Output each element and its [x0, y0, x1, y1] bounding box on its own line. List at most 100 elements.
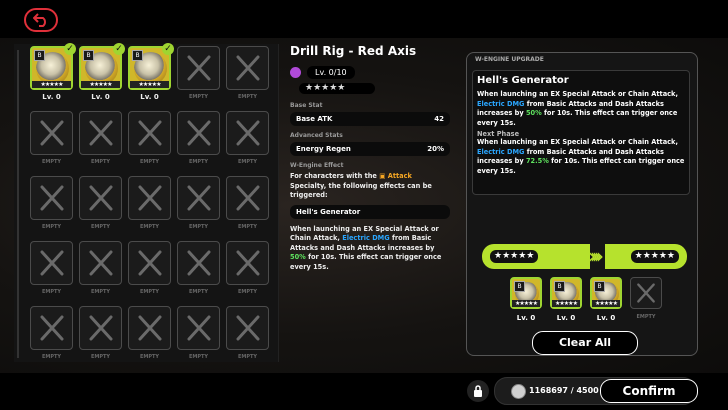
empty-card[interactable]: [177, 241, 220, 285]
empty-x-icon: [89, 250, 113, 276]
next-phase-label: Next Phase: [477, 130, 520, 138]
slot-label: EMPTY: [41, 289, 62, 295]
inventory-slot[interactable]: EMPTY: [79, 306, 122, 366]
rank-to-stars: ★★★★★: [630, 250, 679, 263]
inventory-slot[interactable]: EMPTY: [79, 241, 122, 301]
w-engine-card[interactable]: B ★★★★★: [550, 277, 582, 309]
upgrade-description-box: Hell's Generator When launching an EX Sp…: [472, 70, 690, 195]
slot-label: Lv. 0: [42, 93, 61, 101]
material-slot[interactable]: EMPTY: [630, 277, 662, 321]
rank-b-icon: B: [34, 50, 45, 61]
inventory-slot[interactable]: EMPTY: [30, 111, 73, 171]
upgrade-title: Hell's Generator: [477, 75, 569, 86]
engine-detail-panel: Drill Rig - Red Axis Lv. 0/10 ★★★★★ Base…: [290, 44, 450, 272]
card-stars: ★★★★★: [32, 81, 71, 88]
empty-card[interactable]: [128, 176, 171, 220]
w-engine-card[interactable]: B ★★★★★: [590, 277, 622, 309]
empty-x-icon: [40, 250, 64, 276]
empty-card[interactable]: [630, 277, 662, 309]
empty-card[interactable]: [30, 241, 73, 285]
inventory-slot[interactable]: EMPTY: [226, 241, 269, 301]
base-stat-name: Base ATK: [296, 115, 333, 123]
empty-x-icon: [236, 315, 260, 341]
inventory-slot[interactable]: EMPTY: [226, 111, 269, 171]
empty-card[interactable]: [177, 176, 220, 220]
selected-check-icon: ✓: [162, 43, 174, 55]
slot-label: EMPTY: [237, 224, 258, 230]
rank-from-stars: ★★★★★: [490, 250, 539, 263]
empty-x-icon: [40, 185, 64, 211]
effect-name: Hell's Generator: [290, 204, 450, 219]
empty-card[interactable]: [79, 241, 122, 285]
inventory-slot[interactable]: EMPTY: [226, 306, 269, 366]
w-engine-card[interactable]: B ✓ ★★★★★: [128, 43, 174, 90]
empty-card[interactable]: [177, 46, 220, 90]
material-slot[interactable]: B ★★★★★ Lv. 0: [590, 277, 622, 322]
empty-card[interactable]: [226, 46, 269, 90]
empty-card[interactable]: [79, 111, 122, 155]
empty-x-icon: [187, 250, 211, 276]
empty-card[interactable]: [226, 306, 269, 350]
inventory-slot[interactable]: EMPTY: [30, 306, 73, 366]
empty-card[interactable]: [30, 176, 73, 220]
slot-label: EMPTY: [139, 289, 160, 295]
inventory-slot[interactable]: EMPTY: [128, 241, 171, 301]
slot-label: EMPTY: [188, 224, 209, 230]
inventory-slot[interactable]: B ✓ ★★★★★ Lv. 0: [30, 43, 76, 106]
slot-label: EMPTY: [90, 289, 111, 295]
empty-card[interactable]: [177, 111, 220, 155]
inventory-slot[interactable]: EMPTY: [128, 176, 171, 236]
engine-rank-stars: ★★★★★: [299, 83, 375, 94]
inventory-slot[interactable]: EMPTY: [177, 241, 220, 301]
inventory-slot[interactable]: EMPTY: [128, 111, 171, 171]
material-slot[interactable]: B ★★★★★ Lv. 0: [510, 277, 542, 322]
card-stars: ★★★★★: [552, 300, 580, 307]
inventory-slot[interactable]: EMPTY: [226, 176, 269, 236]
empty-card[interactable]: [30, 111, 73, 155]
empty-card[interactable]: [177, 306, 220, 350]
empty-card[interactable]: [226, 241, 269, 285]
empty-card[interactable]: [128, 241, 171, 285]
w-engine-card[interactable]: B ✓ ★★★★★: [79, 43, 125, 90]
inventory-slot[interactable]: EMPTY: [177, 176, 220, 236]
inventory-slot[interactable]: EMPTY: [177, 111, 220, 171]
w-engine-card[interactable]: B ✓ ★★★★★: [30, 43, 76, 90]
empty-card[interactable]: [226, 176, 269, 220]
slot-label: EMPTY: [41, 354, 62, 360]
rank-b-icon: B: [554, 281, 565, 292]
card-stars: ★★★★★: [81, 81, 120, 88]
base-stat-row: Base ATK 42: [290, 112, 450, 126]
inventory-slot[interactable]: EMPTY: [30, 176, 73, 236]
inventory-slot[interactable]: EMPTY: [128, 306, 171, 366]
empty-x-icon: [187, 55, 211, 81]
upgrade-current-text: When launching an EX Special Attack or C…: [477, 90, 678, 127]
effect-description: When launching an EX Special Attack or C…: [290, 224, 442, 271]
inventory-slot[interactable]: EMPTY: [226, 46, 269, 106]
material-slot[interactable]: B ★★★★★ Lv. 0: [550, 277, 582, 322]
empty-card[interactable]: [128, 111, 171, 155]
inventory-scrollbar[interactable]: [17, 50, 19, 358]
inventory-slot[interactable]: EMPTY: [30, 241, 73, 301]
empty-card[interactable]: [226, 111, 269, 155]
empty-card[interactable]: [79, 306, 122, 350]
lock-button[interactable]: [467, 380, 489, 402]
inventory-slot[interactable]: EMPTY: [79, 176, 122, 236]
w-engine-card[interactable]: B ★★★★★: [510, 277, 542, 309]
inventory-slot[interactable]: EMPTY: [177, 46, 220, 106]
inventory-slot[interactable]: EMPTY: [177, 306, 220, 366]
slot-label: Lv. 0: [140, 93, 159, 101]
empty-x-icon: [187, 120, 211, 146]
empty-x-icon: [187, 315, 211, 341]
empty-card[interactable]: [79, 176, 122, 220]
empty-card[interactable]: [30, 306, 73, 350]
confirm-button[interactable]: Confirm: [600, 379, 698, 403]
back-button[interactable]: [24, 8, 58, 32]
slot-label: Lv. 0: [556, 314, 576, 322]
clear-all-button[interactable]: Clear All: [532, 331, 638, 355]
inventory-slot[interactable]: EMPTY: [79, 111, 122, 171]
empty-card[interactable]: [128, 306, 171, 350]
inventory-slot[interactable]: B ✓ ★★★★★ Lv. 0: [79, 43, 125, 106]
inventory-slot[interactable]: B ✓ ★★★★★ Lv. 0: [128, 43, 174, 106]
rank-b-icon: B: [83, 50, 94, 61]
slot-label: Lv. 0: [91, 93, 110, 101]
